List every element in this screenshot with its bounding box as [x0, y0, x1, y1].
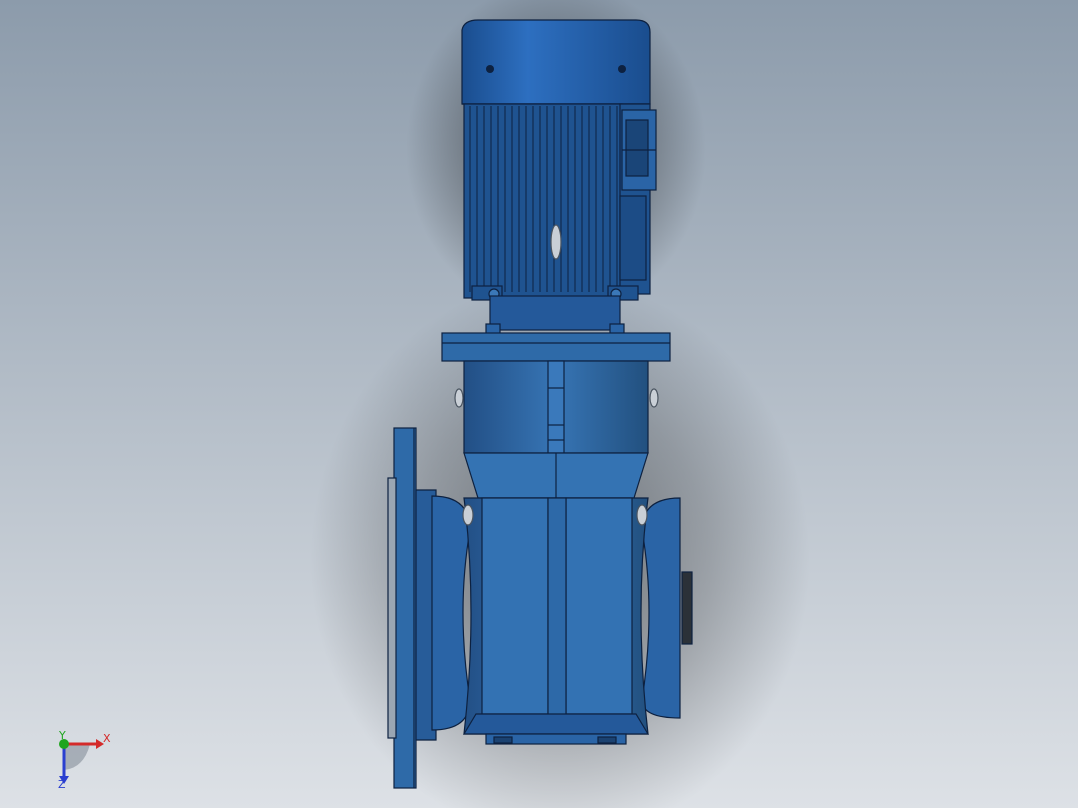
motor-adapter[interactable] [485, 295, 625, 335]
lifting-eye [550, 224, 562, 260]
fan-cover-screw-right [618, 65, 626, 73]
fan-cover-screw-left [486, 65, 494, 73]
terminal-box[interactable] [619, 103, 657, 295]
z-axis-label: Z [58, 778, 66, 791]
y-axis-label: Y [59, 729, 66, 742]
motor-housing[interactable] [463, 103, 623, 299]
gearbox-base [485, 733, 627, 745]
gearbox-shoulder [463, 452, 649, 499]
3d-viewport[interactable] [0, 0, 1078, 808]
gearbox-lower-housing[interactable] [462, 497, 650, 735]
gearbox-input-flange[interactable] [441, 332, 671, 362]
motor-fan-cover[interactable] [461, 19, 651, 105]
gearbox-upper-housing[interactable] [454, 360, 659, 454]
x-axis-label: X [103, 732, 111, 745]
